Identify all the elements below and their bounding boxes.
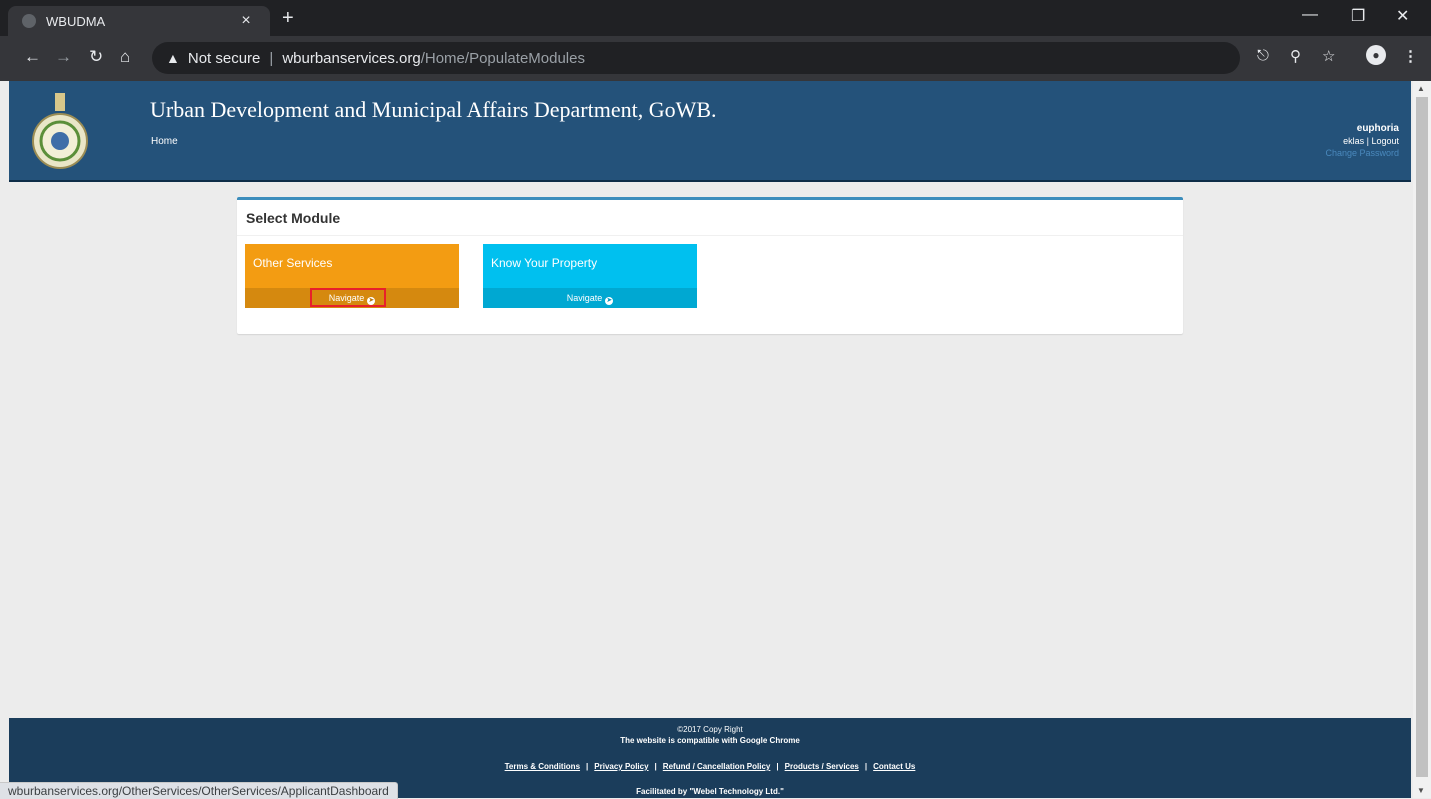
tab-close-icon[interactable]: × — [236, 12, 256, 30]
compatibility-text: The website is compatible with Google Ch… — [620, 736, 800, 745]
home-link[interactable]: Home — [151, 136, 178, 147]
arrow-circle-right-icon: ➤ — [605, 297, 614, 305]
page-content: Urban Development and Municipal Affairs … — [0, 81, 1413, 798]
browser-tabstrip: WBUDMA × + — ❐ ✕ — [0, 0, 1431, 36]
module-label: Other Services — [253, 256, 333, 270]
vertical-scrollbar[interactable]: ▲ ▼ — [1413, 81, 1431, 798]
menu-kebab-icon[interactable]: ⋮ — [1403, 47, 1418, 65]
module-label: Know Your Property — [491, 256, 598, 270]
products-link[interactable]: Products / Services — [785, 762, 859, 771]
module-card-know-your-property[interactable]: Know Your Property Navigate ➤ — [483, 244, 697, 308]
refund-link[interactable]: Refund / Cancellation Policy — [663, 762, 771, 771]
footer-link-separator: | — [776, 762, 779, 771]
restore-icon[interactable]: ❐ — [1351, 6, 1365, 26]
user-box: euphoria eklas | Logout Change Password — [1325, 123, 1399, 159]
highlight-box — [310, 288, 386, 307]
home-icon[interactable]: ⌂ — [120, 47, 130, 67]
navigate-label[interactable]: Navigate — [567, 288, 603, 308]
reload-icon[interactable]: ↻ — [89, 47, 103, 67]
star-icon[interactable]: ☆ — [1322, 47, 1335, 65]
copyright-text: ©2017 Copy Right — [677, 725, 743, 734]
state-emblem-icon — [32, 93, 88, 169]
footer-link-separator: | — [654, 762, 657, 771]
browser-toolbar: ← → ↻ ⌂ ▲ Not secure | wburbanservices.o… — [0, 36, 1431, 81]
url-host[interactable]: wburbanservices.org — [282, 50, 420, 67]
profile-avatar-icon[interactable]: ● — [1366, 45, 1386, 65]
site-header: Urban Development and Municipal Affairs … — [9, 81, 1411, 182]
scroll-up-icon[interactable]: ▲ — [1417, 84, 1425, 93]
browser-tab[interactable]: WBUDMA × — [8, 6, 270, 36]
navigate-button-other-services[interactable]: Navigate ➤ — [245, 288, 459, 308]
minimize-icon[interactable]: — — [1302, 6, 1318, 24]
omnibox-divider: | — [269, 49, 274, 67]
scroll-down-icon[interactable]: ▼ — [1417, 786, 1425, 795]
back-icon[interactable]: ← — [24, 47, 41, 67]
privacy-link[interactable]: Privacy Policy — [594, 762, 648, 771]
globe-icon — [22, 14, 36, 28]
scroll-thumb[interactable] — [1416, 97, 1428, 777]
terms-link[interactable]: Terms & Conditions — [505, 762, 580, 771]
status-bar-url: wburbanservices.org/OtherServices/OtherS… — [0, 782, 398, 799]
url-path[interactable]: /Home/PopulateModules — [421, 50, 585, 67]
new-tab-button[interactable]: + — [282, 7, 294, 30]
close-window-icon[interactable]: ✕ — [1396, 6, 1409, 26]
change-password-link[interactable]: Change Password — [1325, 147, 1399, 159]
module-card-other-services[interactable]: Other Services Navigate ➤ — [245, 244, 459, 308]
select-module-panel: Select Module Other Services Navigate ➤ K… — [237, 197, 1183, 334]
tab-title: WBUDMA — [46, 13, 106, 29]
warning-icon[interactable]: ▲ — [166, 50, 180, 66]
footer-links: Terms & Conditions | Privacy Policy | Refund… — [9, 761, 1411, 772]
account-link[interactable]: eklas — [1343, 136, 1364, 146]
user-name: euphoria — [1356, 123, 1399, 134]
contact-link[interactable]: Contact Us — [873, 762, 915, 771]
security-label[interactable]: Not secure — [188, 50, 261, 67]
footer-link-separator: | — [586, 762, 589, 771]
panel-title: Select Module — [237, 200, 1183, 236]
footer-link-separator: | — [864, 762, 868, 771]
logout-link[interactable]: Logout — [1371, 136, 1399, 146]
account-row: eklas | Logout — [1325, 135, 1399, 147]
key-icon[interactable]: ⎋ — [1257, 47, 1269, 64]
address-bar[interactable]: ▲ Not secure | wburbanservices.org /Home… — [152, 42, 1240, 74]
forward-icon[interactable]: → — [55, 47, 72, 67]
zoom-icon[interactable]: ⚲ — [1290, 47, 1301, 65]
site-title: Urban Development and Municipal Affairs … — [150, 97, 717, 122]
navigate-button-know-your-property[interactable]: Navigate ➤ — [483, 288, 697, 308]
